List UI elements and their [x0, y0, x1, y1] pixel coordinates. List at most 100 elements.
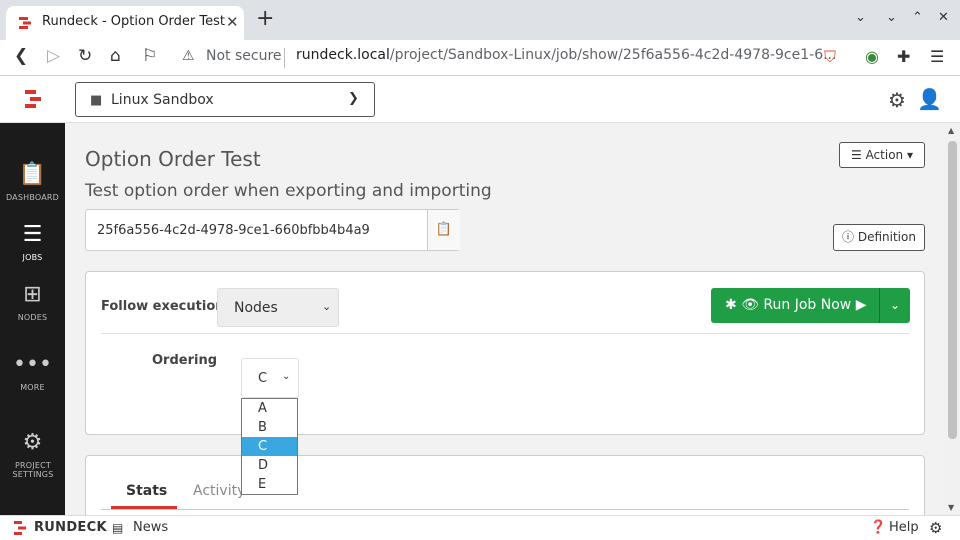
- sidebar-item-project-settings[interactable]: ⚙ PROJECT SETTINGS: [0, 430, 65, 480]
- info-icon: ⓘ: [842, 230, 855, 244]
- sidebar-item-jobs[interactable]: ☰ JOBS: [0, 222, 65, 263]
- app-footer: RUNDECK ▤ News ❓ Help ⚙: [0, 515, 960, 540]
- tab-activity[interactable]: Activity: [193, 483, 245, 499]
- main-scrollbar[interactable]: ▲ ▼: [945, 123, 960, 515]
- ordering-option[interactable]: E: [242, 475, 297, 494]
- not-secure-label[interactable]: Not secure: [206, 48, 282, 64]
- follow-execution-label: Follow execution: [101, 299, 225, 314]
- sidebar-item-label: JOBS: [22, 253, 43, 262]
- sidebar: 📋 DASHBOARD ☰ JOBS ⊞ NODES ••• MORE ⚙ PR…: [0, 123, 65, 515]
- rundeck-logo-icon: [14, 521, 26, 535]
- ellipsis-icon: •••: [13, 352, 52, 377]
- job-title: Option Order Test: [85, 147, 261, 171]
- scroll-up-icon[interactable]: ▲: [948, 126, 954, 135]
- ordering-dropdown-list: A B C D E: [241, 398, 298, 495]
- clipboard-copy-icon[interactable]: 📋: [427, 210, 460, 250]
- action-button[interactable]: ☰ Action ▾: [839, 142, 925, 168]
- scrollbar-thumb[interactable]: [948, 141, 957, 439]
- minimize-icon[interactable]: ⌄: [886, 10, 897, 25]
- sidebar-item-more[interactable]: ••• MORE: [0, 352, 65, 393]
- scroll-down-icon[interactable]: ▼: [948, 503, 954, 512]
- tab-list-chevron-icon[interactable]: ⌄: [855, 10, 866, 25]
- back-icon[interactable]: ❮: [14, 46, 28, 66]
- sidebar-item-nodes[interactable]: ⊞ NODES: [0, 282, 65, 323]
- sitemap-icon: ⊞: [23, 282, 42, 307]
- list-check-icon: ☰: [22, 222, 43, 247]
- rundeck-logo-icon[interactable]: [24, 89, 42, 109]
- tab-stats[interactable]: Stats: [126, 483, 167, 499]
- action-label: Action: [865, 148, 904, 162]
- browser-toolbar: ❮ ▷ ↻ ⌂ ⚐ ⚠ Not secure rundeck.local/pro…: [0, 40, 960, 76]
- sidebar-item-dashboard[interactable]: 📋 DASHBOARD: [0, 162, 65, 203]
- clipboard-icon: 📋: [18, 162, 47, 187]
- job-description: Test option order when exporting and imp…: [85, 181, 492, 201]
- run-job-card: Follow execution Nodes ⌄ ✱ 👁 Run Job Now…: [85, 271, 925, 435]
- reload-icon[interactable]: ↻: [78, 46, 92, 66]
- project-name: Linux Sandbox: [111, 92, 214, 108]
- bug-icon: ✱: [725, 297, 737, 313]
- gears-icon: ⚙: [22, 430, 43, 455]
- card-divider: [101, 333, 909, 334]
- definition-button[interactable]: ⓘ Definition: [833, 224, 925, 251]
- run-job-label: Run Job Now: [763, 297, 852, 313]
- chevron-down-icon: ⌄: [282, 371, 291, 382]
- caret-down-icon: ▾: [906, 148, 914, 162]
- main-content: Option Order Test Test option order when…: [65, 123, 945, 515]
- user-icon[interactable]: 👤: [917, 87, 942, 111]
- rundeck-favicon-icon: [19, 17, 31, 29]
- sidebar-item-label: NODES: [17, 313, 48, 322]
- tab-close-icon[interactable]: ✕: [226, 13, 239, 31]
- sidebar-item-label: PROJECT SETTINGS: [12, 461, 54, 479]
- brave-shield-icon[interactable]: ⛉: [824, 47, 836, 67]
- job-uuid-value: 25f6a556-4c2d-4978-9ce1-660bfbb4b4a9: [97, 223, 370, 238]
- run-job-button[interactable]: ✱ 👁 Run Job Now ▶: [711, 288, 879, 323]
- browser-tabbar: Rundeck - Option Order Test ✕ + ⌄ ⌄ ⌃ ✕: [0, 0, 960, 40]
- tabs-divider: [101, 509, 909, 510]
- run-options-dropdown-button[interactable]: ⌄: [879, 288, 910, 323]
- stats-card: Stats Activity: [85, 455, 925, 515]
- settings-gear-icon[interactable]: ⚙: [888, 88, 906, 112]
- puzzle-icon[interactable]: ✚: [897, 47, 910, 66]
- warning-icon[interactable]: ⚠: [182, 48, 195, 64]
- browser-menu-icon[interactable]: ☰: [930, 47, 944, 66]
- forward-icon[interactable]: ▷: [47, 46, 60, 66]
- cubes-icon: ■: [90, 93, 103, 108]
- maximize-icon[interactable]: ⌃: [912, 10, 923, 25]
- url-path: /project/Sandbox-Linux/job/show/25f6a556…: [389, 47, 837, 63]
- window-close-icon[interactable]: ✕: [938, 10, 949, 25]
- sidebar-item-label: MORE: [20, 383, 45, 392]
- new-tab-button[interactable]: +: [256, 7, 274, 31]
- list-icon: ☰: [850, 148, 862, 162]
- browser-tab[interactable]: Rundeck - Option Order Test ✕: [6, 6, 244, 40]
- tab-title: Rundeck - Option Order Test: [42, 14, 226, 29]
- newspaper-icon[interactable]: ▤: [112, 521, 123, 535]
- ordering-option[interactable]: D: [242, 456, 297, 475]
- news-link[interactable]: News: [133, 520, 168, 535]
- help-icon[interactable]: ❓: [870, 520, 886, 535]
- help-link[interactable]: Help: [889, 520, 919, 535]
- home-icon[interactable]: ⌂: [110, 46, 121, 66]
- definition-label: Definition: [857, 230, 916, 244]
- ordering-option[interactable]: B: [242, 418, 297, 437]
- chevron-down-icon: ❯: [348, 91, 359, 106]
- bookmark-icon[interactable]: ⚐: [142, 46, 157, 66]
- ordering-select[interactable]: C ⌄: [241, 358, 299, 398]
- footer-gear-icon[interactable]: ⚙: [929, 519, 942, 537]
- extension-icon[interactable]: ◉: [865, 47, 879, 66]
- option-label: Ordering: [152, 353, 218, 368]
- job-uuid-field[interactable]: 25f6a556-4c2d-4978-9ce1-660bfbb4b4a9 📋: [85, 209, 460, 251]
- ordering-value: C: [258, 371, 268, 386]
- ordering-option-selected[interactable]: C: [242, 437, 297, 456]
- footer-brand: RUNDECK: [34, 520, 107, 535]
- project-selector[interactable]: ■ Linux Sandbox ❯: [75, 82, 375, 117]
- follow-execution-value: Nodes: [234, 300, 278, 316]
- app-header: ■ Linux Sandbox ❯ ⚙ 👤: [0, 76, 960, 123]
- eye-icon: 👁: [741, 297, 759, 313]
- follow-execution-select[interactable]: Nodes ⌄: [217, 288, 339, 327]
- ordering-option[interactable]: A: [242, 399, 297, 418]
- url-host: rundeck.local: [296, 47, 390, 63]
- chevron-down-icon: ⌄: [889, 298, 901, 312]
- sidebar-item-label: DASHBOARD: [5, 193, 60, 202]
- url-field[interactable]: rundeck.local/project/Sandbox-Linux/job/…: [296, 47, 836, 63]
- play-icon: ▶: [855, 297, 867, 313]
